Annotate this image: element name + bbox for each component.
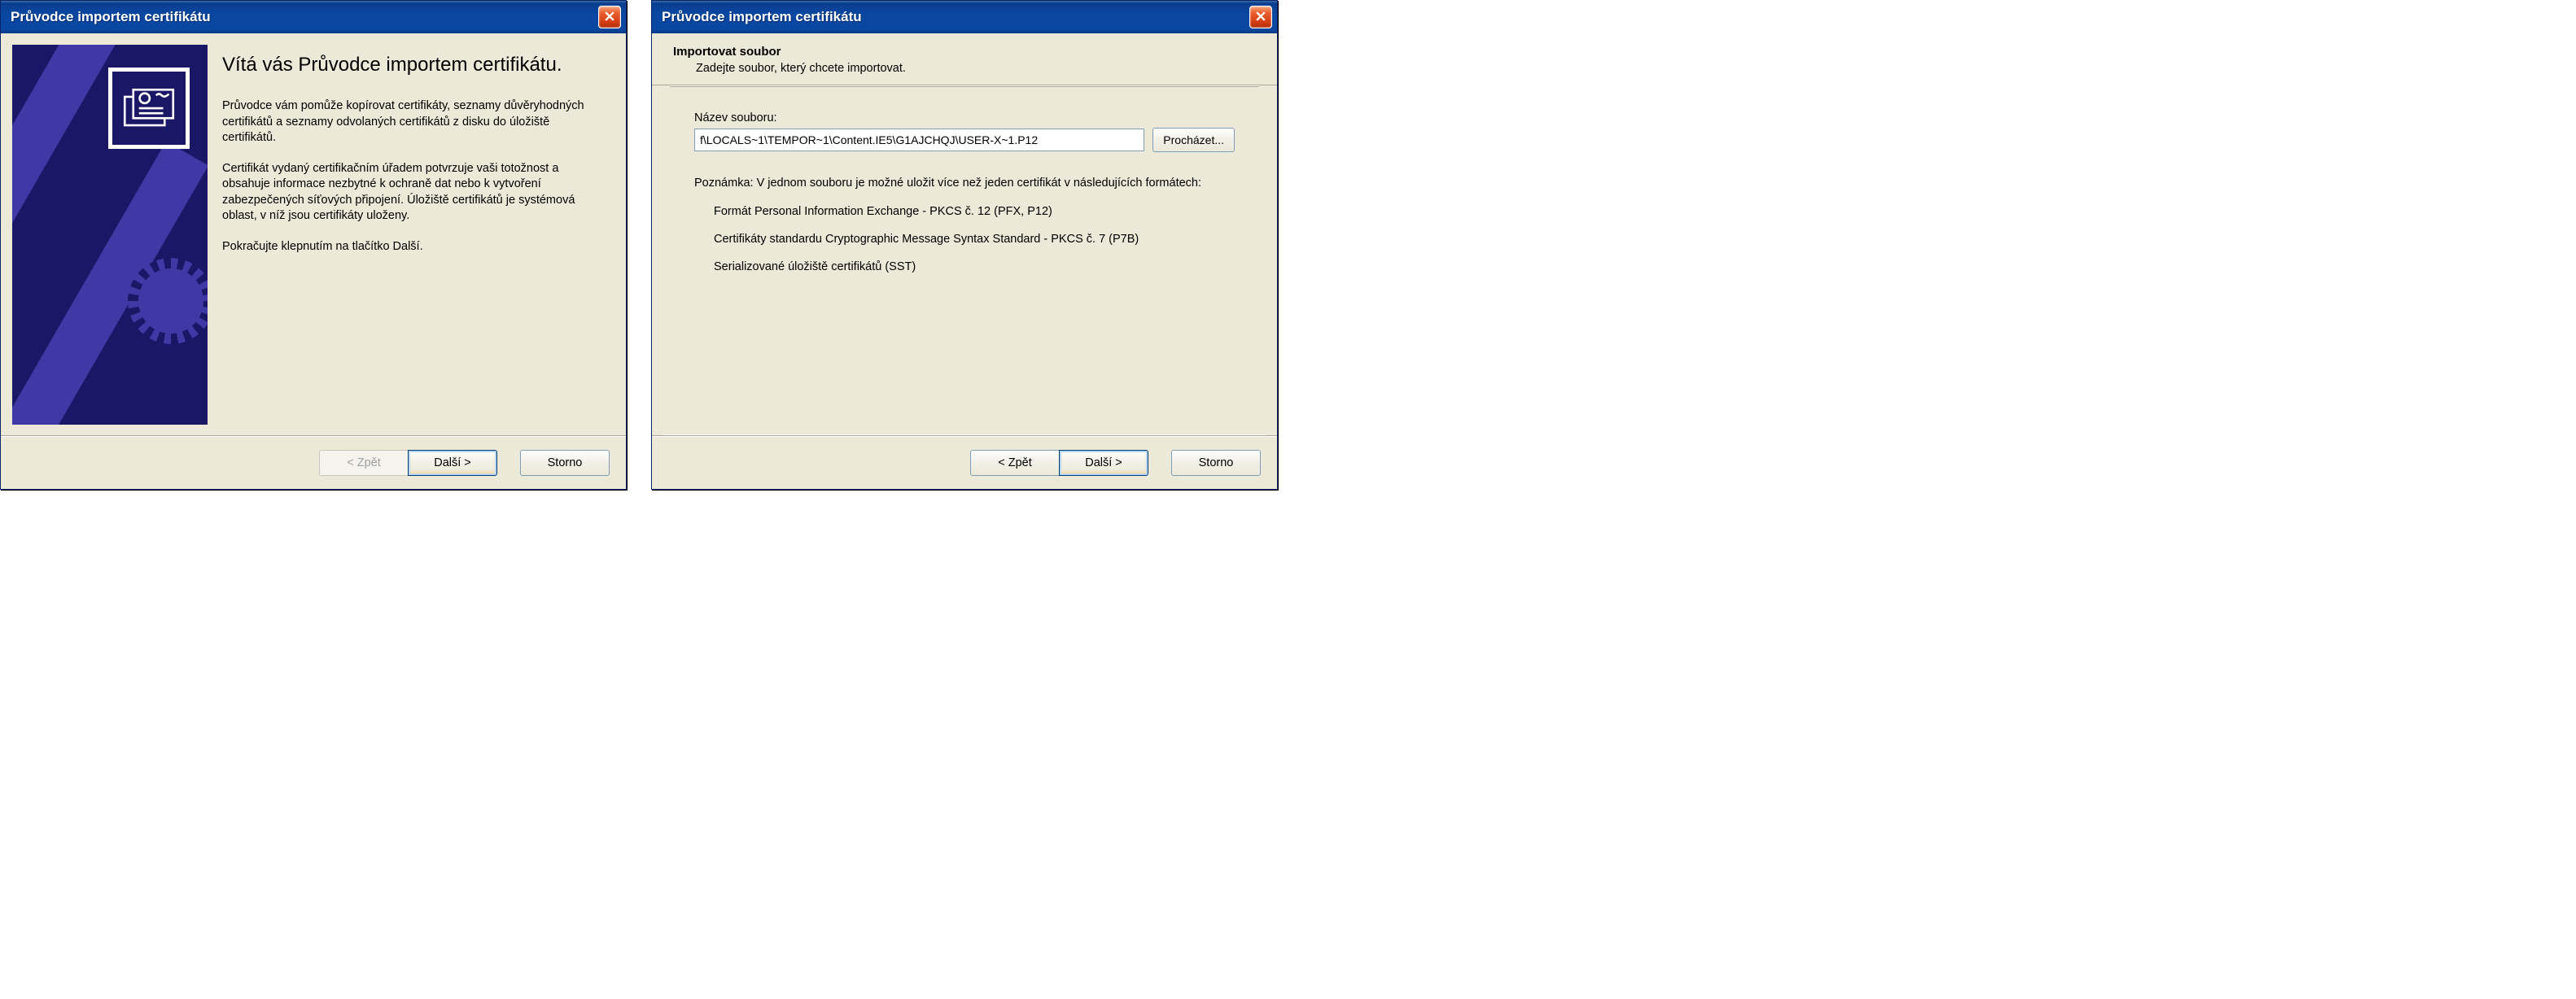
close-icon[interactable] bbox=[1249, 6, 1272, 28]
wizard-window-welcome: Průvodce importem certifikátu bbox=[0, 0, 627, 490]
page-header-title: Importovat soubor bbox=[673, 45, 1256, 59]
back-button[interactable]: < Zpět bbox=[970, 450, 1060, 476]
welcome-para-2: Certifikát vydaný certifikačním úřadem p… bbox=[222, 161, 598, 225]
certificate-icon bbox=[108, 68, 190, 149]
welcome-para-3: Pokračujte klepnutím na tlačítko Další. bbox=[222, 239, 598, 255]
next-button[interactable]: Další > bbox=[408, 450, 497, 476]
formats-list: Formát Personal Information Exchange - P… bbox=[694, 205, 1235, 273]
next-button[interactable]: Další > bbox=[1059, 450, 1148, 476]
window-title: Průvodce importem certifikátu bbox=[11, 9, 211, 25]
page-header-subtitle: Zadejte soubor, který chcete importovat. bbox=[696, 62, 1256, 75]
wizard-banner-image bbox=[12, 45, 208, 425]
cancel-button[interactable]: Storno bbox=[520, 450, 610, 476]
titlebar[interactable]: Průvodce importem certifikátu bbox=[1, 1, 626, 33]
page-header: Importovat soubor Zadejte soubor, který … bbox=[652, 33, 1277, 85]
browse-button[interactable]: Procházet... bbox=[1152, 128, 1235, 152]
button-bar: < Zpět Další > Storno bbox=[652, 436, 1277, 489]
wizard-window-import-file: Průvodce importem certifikátu Importovat… bbox=[651, 0, 1278, 490]
welcome-para-1: Průvodce vám pomůže kopírovat certifikát… bbox=[222, 98, 598, 146]
close-icon[interactable] bbox=[598, 6, 621, 28]
filename-input[interactable] bbox=[694, 129, 1144, 151]
back-button: < Zpět bbox=[319, 450, 409, 476]
button-bar: < Zpět Další > Storno bbox=[1, 436, 626, 489]
cancel-button[interactable]: Storno bbox=[1171, 450, 1261, 476]
formats-note: Poznámka: V jednom souboru je možné ulož… bbox=[694, 175, 1235, 192]
filename-label: Název souboru: bbox=[694, 111, 1235, 124]
window-title: Průvodce importem certifikátu bbox=[662, 9, 862, 25]
format-item: Certifikáty standardu Cryptographic Mess… bbox=[714, 233, 1235, 246]
titlebar[interactable]: Průvodce importem certifikátu bbox=[652, 1, 1277, 33]
welcome-heading: Vítá vás Průvodce importem certifikátu. bbox=[222, 53, 598, 77]
format-item: Formát Personal Information Exchange - P… bbox=[714, 205, 1235, 218]
format-item: Serializované úložiště certifikátů (SST) bbox=[714, 260, 1235, 273]
